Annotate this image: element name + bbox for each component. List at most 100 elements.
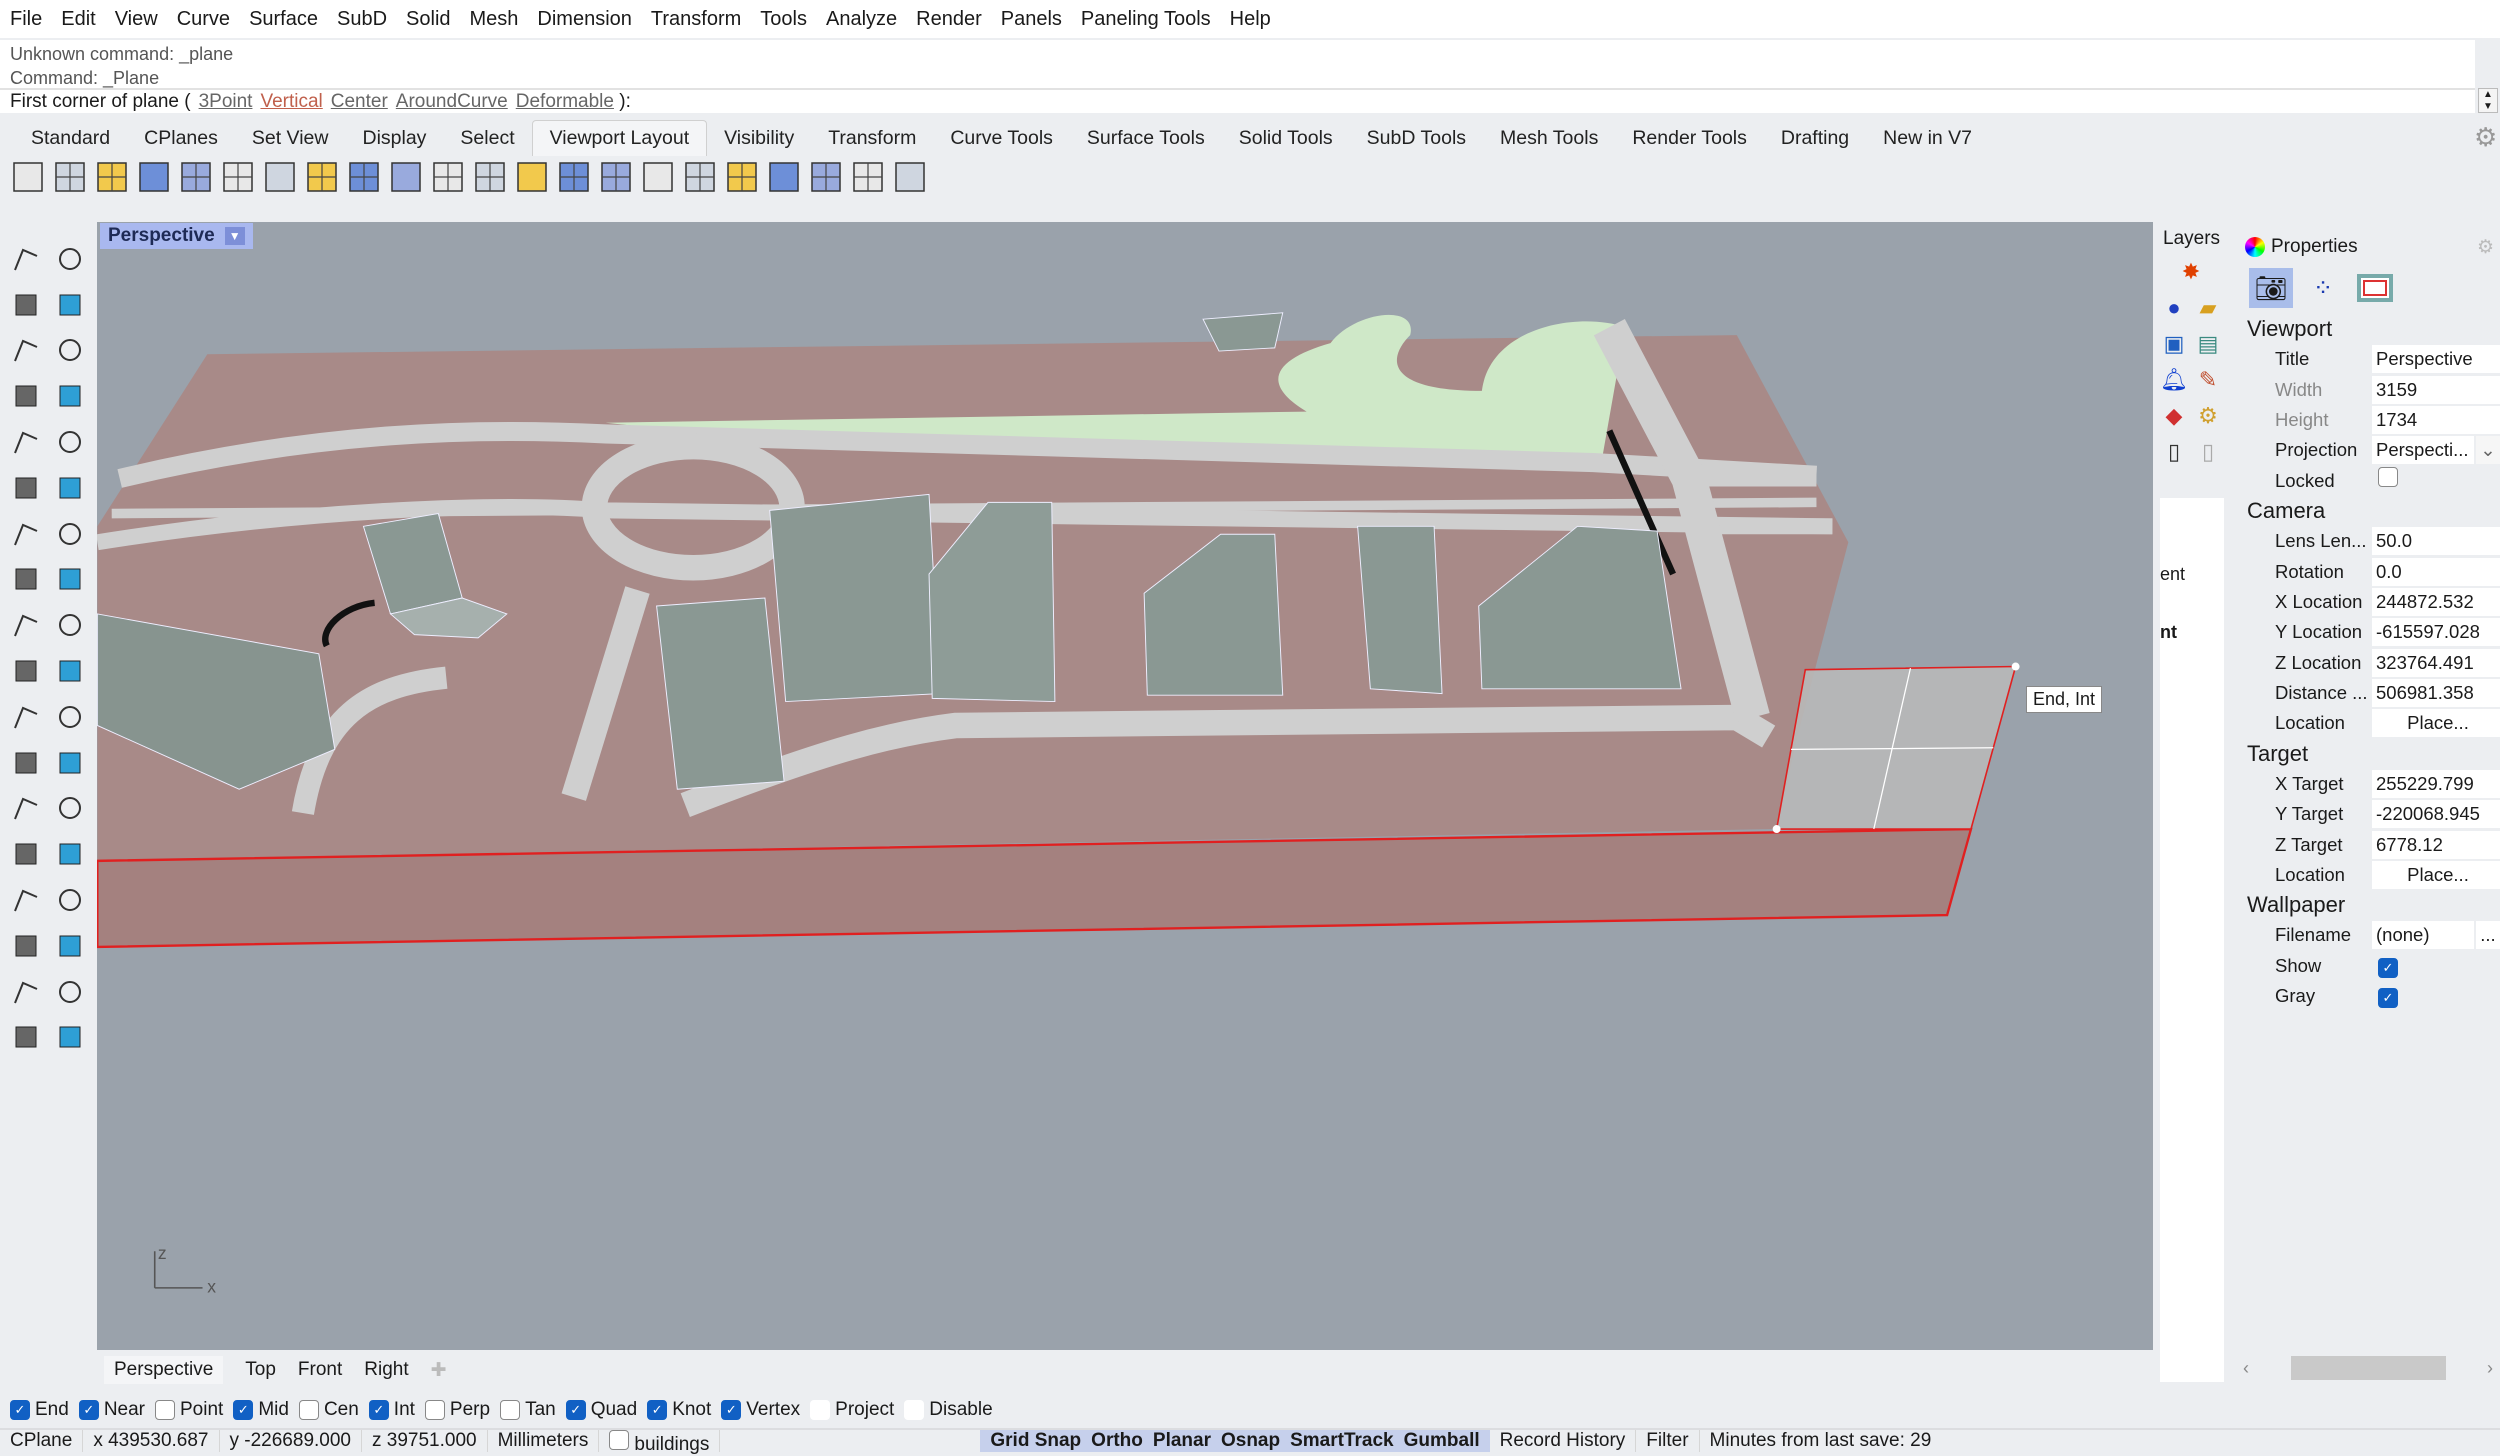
chevron-down-icon[interactable]: ⌄ [2476, 436, 2500, 465]
tab-subd-tools[interactable]: SubD Tools [1350, 127, 1483, 156]
text-icon[interactable] [4, 786, 48, 832]
print-icon[interactable] [808, 159, 844, 195]
rectangle-icon[interactable] [48, 373, 92, 419]
tab-display[interactable]: Display [345, 127, 443, 156]
arc-icon[interactable] [4, 419, 48, 465]
checkbox[interactable] [424, 1400, 445, 1420]
viewport-number-icon[interactable] [850, 159, 886, 195]
tab-transform[interactable]: Transform [811, 127, 933, 156]
browse-button[interactable]: ... [2476, 921, 2500, 950]
clipping-plane-icon[interactable] [682, 159, 718, 195]
check-icon[interactable] [48, 969, 92, 1015]
offset-icon[interactable] [48, 740, 92, 786]
cplane-label[interactable]: CPlane [0, 1430, 84, 1452]
units[interactable]: Millimeters [488, 1430, 600, 1452]
osnap-int[interactable]: ✓ Int [368, 1399, 415, 1421]
gear-icon[interactable]: ⚙ [2474, 122, 2497, 153]
menu-transform[interactable]: Transform [651, 8, 741, 31]
tab-mesh-tools[interactable]: Mesh Tools [1483, 127, 1615, 156]
group-icon[interactable] [4, 694, 48, 740]
tab-set-view[interactable]: Set View [235, 127, 346, 156]
join-icon[interactable] [4, 740, 48, 786]
scale-icon[interactable] [48, 831, 92, 877]
open-folder-icon[interactable] [724, 159, 760, 195]
osnap-project[interactable]: Project [810, 1399, 894, 1421]
scroll-thumb[interactable] [2290, 1356, 2446, 1380]
menu-surface[interactable]: Surface [249, 8, 318, 31]
grid-icon[interactable] [430, 159, 466, 195]
prop-value[interactable]: 6778.12 [2372, 830, 2500, 859]
cylinder-icon[interactable] [4, 557, 48, 603]
filter-toggle[interactable]: Filter [1636, 1430, 1700, 1452]
osnap-tan[interactable]: Tan [500, 1399, 556, 1421]
option-3point[interactable]: 3Point [199, 91, 253, 112]
checkbox[interactable] [810, 1400, 831, 1420]
tab-visibility[interactable]: Visibility [707, 127, 811, 156]
tab-solid-tools[interactable]: Solid Tools [1222, 127, 1350, 156]
current-layer[interactable]: buildings [599, 1430, 721, 1455]
prop-value[interactable]: 255229.799 [2372, 769, 2500, 798]
select-arrow-icon[interactable] [4, 236, 48, 282]
perspective-view-icon[interactable] [346, 159, 382, 195]
sun-icon[interactable]: ✸ [2182, 259, 2200, 285]
menu-solid[interactable]: Solid [406, 8, 450, 31]
checkbox[interactable]: ✓ [647, 1400, 668, 1420]
tab-render-tools[interactable]: Render Tools [1615, 127, 1764, 156]
boolean-icon[interactable] [48, 694, 92, 740]
option-vertical[interactable]: Vertical [260, 91, 322, 112]
tab-drafting[interactable]: Drafting [1764, 127, 1866, 156]
prop-value[interactable]: 50.0 [2372, 527, 2500, 556]
rotate-icon[interactable] [48, 648, 92, 694]
surface-icon[interactable] [4, 465, 48, 511]
option-center[interactable]: Center [331, 91, 388, 112]
gear-icon[interactable]: ⚙ [2477, 236, 2494, 259]
osnap-mid[interactable]: ✓ Mid [233, 1399, 289, 1421]
osnap-cen[interactable]: Cen [298, 1399, 359, 1421]
add-viewport-icon[interactable]: ✚ [431, 1359, 447, 1382]
place-button[interactable]: Place... [2372, 709, 2500, 738]
osnap-perp[interactable]: Perp [424, 1399, 490, 1421]
polyline-icon[interactable] [4, 282, 48, 328]
curve-icon[interactable] [48, 282, 92, 328]
menu-render[interactable]: Render [916, 8, 982, 31]
menu-edit[interactable]: Edit [61, 8, 95, 31]
osnap-quad[interactable]: ✓ Quad [565, 1399, 637, 1421]
menu-file[interactable]: File [10, 8, 42, 31]
new-document-icon[interactable]: ▯ [2168, 439, 2180, 465]
tab-viewport-layout[interactable]: Viewport Layout [531, 120, 708, 156]
display-mode-icon[interactable]: ⁘ [2301, 268, 2345, 308]
checkbox[interactable]: ✓ [78, 1400, 99, 1420]
checkbox[interactable]: ✓ [10, 1400, 30, 1420]
new-floating-viewport-icon[interactable] [178, 159, 214, 195]
viewport-frame-icon[interactable] [2353, 268, 2397, 308]
circle-icon[interactable] [4, 328, 48, 374]
checkbox[interactable] [500, 1400, 521, 1420]
fit-width-icon[interactable] [640, 159, 676, 195]
box-icon[interactable] [4, 511, 48, 557]
prop-value[interactable]: -615597.028 [2372, 618, 2500, 647]
gray-checkbox[interactable]: ✓ [2378, 988, 2398, 1009]
move-icon[interactable] [4, 648, 48, 694]
detail-view-icon[interactable] [598, 159, 634, 195]
checkbox[interactable] [904, 1400, 925, 1420]
array-icon[interactable] [4, 831, 48, 877]
split-horizontal-2-icon[interactable] [220, 159, 256, 195]
notification-icon[interactable]: 🔔︎ [2160, 367, 2188, 393]
checkbox[interactable] [155, 1400, 175, 1420]
tab-new-in-v7[interactable]: New in V7 [1866, 127, 1989, 156]
prop-value[interactable]: Perspective [2372, 345, 2500, 374]
osnap-disable[interactable]: Disable [904, 1399, 993, 1421]
dimension-icon[interactable] [48, 786, 92, 832]
layer-item[interactable]: nt [2160, 622, 2177, 643]
color-swatch-icon[interactable] [514, 159, 550, 195]
toggle-ortho[interactable]: Ortho [1091, 1430, 1143, 1452]
toggle-osnap[interactable]: Osnap [1221, 1430, 1280, 1452]
caret-down-icon[interactable]: ▼ [224, 227, 245, 245]
tab-select[interactable]: Select [443, 127, 531, 156]
perspective-viewport[interactable]: x z [97, 222, 2153, 1350]
render-tool-icon[interactable]: ✎ [2199, 367, 2217, 393]
viewport-tab-front[interactable]: Front [298, 1359, 342, 1381]
folder-icon[interactable]: ▰ [2200, 295, 2217, 321]
split-horizontal-icon[interactable] [10, 159, 46, 195]
light-icon[interactable] [48, 1015, 92, 1061]
